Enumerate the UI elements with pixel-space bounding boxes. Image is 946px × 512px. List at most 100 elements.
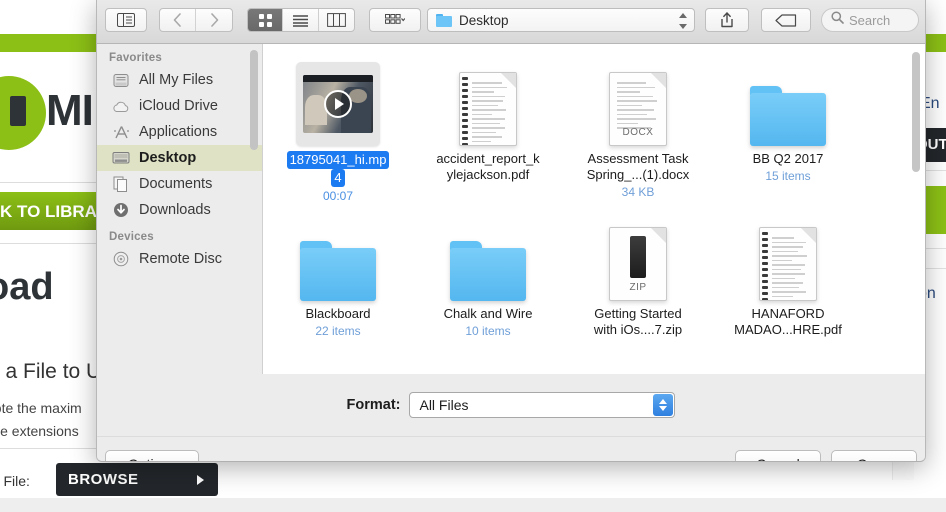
thumbnail [459,54,517,146]
file-row: Blackboard 22 items Chalk and Wire 10 it… [263,209,925,340]
file-name: HANAFORD MADAO...HRE.pdf [734,306,842,338]
sidebar-item-applications[interactable]: Applications [97,119,262,145]
file-name-line1: Blackboard [305,306,371,321]
sidebar-item-remote-disc[interactable]: Remote Disc [97,246,262,272]
search-input[interactable] [849,12,911,28]
thumbnail [750,54,826,146]
chevron-left-icon [173,13,181,27]
file-item-folder-blackboard[interactable]: Blackboard 22 items [263,209,413,340]
file-name-line1: BB Q2 2017 [752,151,824,166]
format-select[interactable]: All Files [409,392,676,418]
open-button-label: Open [857,456,891,461]
file-name-line1: Getting Started [594,306,682,321]
desktop-icon [111,151,131,165]
all-my-files-icon [111,73,131,88]
share-button[interactable] [705,8,749,32]
file-item-video[interactable]: 18795041_hi.mp 4 00:07 [263,54,413,203]
file-name-line2: with iOs....7.zip [593,322,683,337]
cancel-button[interactable]: Cancel [735,450,821,461]
play-icon [324,90,352,118]
browse-button[interactable]: BROWSE [56,463,218,496]
file-item-folder-bb-q2-2017[interactable]: BB Q2 2017 15 items [713,54,863,203]
sidebar-item-desktop[interactable]: Desktop [97,145,262,171]
file-item-folder-chalk-and-wire[interactable]: Chalk and Wire 10 items [413,209,563,340]
thumbnail [296,54,380,146]
file-kind-label: ZIP [629,282,647,293]
zip-archive-icon: ZIP [609,227,667,301]
file-meta: 00:07 [322,189,354,203]
chevron-updown-icon [678,13,687,29]
file-name-line1: Chalk and Wire [443,306,533,321]
forward-button[interactable] [196,9,232,31]
documents-icon [111,176,131,192]
folder-icon [750,86,826,146]
icloud-icon [111,100,131,113]
pdf-document-icon [459,72,517,146]
help-text-2: file extensions [0,423,79,439]
sidebar-toggle-button[interactable] [105,8,147,32]
docx-document-icon: DOCX [609,72,667,146]
sidebar-item-label: iCloud Drive [139,98,218,114]
icon-view-button[interactable] [248,9,284,31]
file-list-scrollbar-thumb[interactable] [912,52,920,172]
file-name: Chalk and Wire [444,306,533,322]
sidebar-item-all-my-files[interactable]: All My Files [97,67,262,93]
file-meta: 34 KB [621,185,655,199]
tag-button[interactable] [761,8,811,32]
file-item-zip-getting-started[interactable]: ZIP Getting Started with iOs....7.zip [563,209,713,340]
select-file-label: t a File: [0,473,30,489]
chevron-right-icon [210,13,218,27]
sidebar-item-icloud-drive[interactable]: iCloud Drive [97,93,262,119]
format-row: Format: All Files [97,374,925,436]
site-brand-title: MI [46,86,94,135]
file-name-line2: ylejackson.pdf [446,167,530,182]
search-field[interactable] [821,8,919,32]
video-thumbnail-icon [296,62,380,146]
sidebar-item-downloads[interactable]: Downloads [97,197,262,223]
site-logo-glyph-icon [10,96,26,126]
browse-button-label: BROWSE [68,471,139,488]
file-name-line1: 18795041_hi.mp [286,151,390,169]
dialog-toolbar: Desktop [97,0,925,44]
list-view-button[interactable] [283,9,319,31]
file-open-dialog: Desktop Search Favorites All My Files iC… [96,0,926,462]
open-button[interactable]: Open [831,450,917,461]
file-name-line2: Spring_...(1).docx [586,167,690,182]
columns-icon [326,13,346,27]
file-name-line2: MADAO...HRE.pdf [734,322,842,337]
tag-icon [775,13,797,27]
options-button[interactable]: Options [105,450,199,461]
file-name-line1: HANAFORD [751,306,825,321]
file-item-pdf-accident-report[interactable]: accident_report_k ylejackson.pdf [413,54,563,203]
file-kind-label: DOCX [622,127,654,138]
options-button-label: Options [128,456,176,461]
remote-disc-icon [111,251,131,267]
grid-icon [258,13,272,27]
arrange-button[interactable] [369,8,421,32]
search-icon [831,11,844,29]
page-heading-upload: oad [0,266,54,308]
cancel-button-label: Cancel [756,456,800,461]
file-name: 18795041_hi.mp 4 [286,151,390,187]
applications-icon [111,125,131,140]
chevron-updown-icon[interactable] [653,394,674,416]
file-item-pdf-hanaford[interactable]: HANAFORD MADAO...HRE.pdf [713,209,863,340]
path-popup-button[interactable]: Desktop [427,8,695,32]
sidebar-item-label: Documents [139,176,213,192]
sidebar-item-documents[interactable]: Documents [97,171,262,197]
back-to-library-label: K TO LIBRA [0,202,97,221]
list-icon [293,14,309,27]
sidebar-scrollbar-thumb[interactable] [250,50,258,150]
file-item-docx-assessment-task[interactable]: DOCX Assessment Task Spring_...(1).docx … [563,54,713,203]
sidebar-item-label: Applications [139,124,218,140]
share-icon [721,12,733,28]
file-name-line1: accident_report_k [436,151,540,166]
format-label: Format: [346,397,401,413]
column-view-button[interactable] [319,9,354,31]
thumbnail [300,209,376,301]
back-button[interactable] [160,9,197,31]
arrange-icon [385,14,405,24]
view-mode-segmented-control [247,8,355,32]
sidebar-section-devices-title: Devices [109,231,154,243]
thumbnail [450,209,526,301]
